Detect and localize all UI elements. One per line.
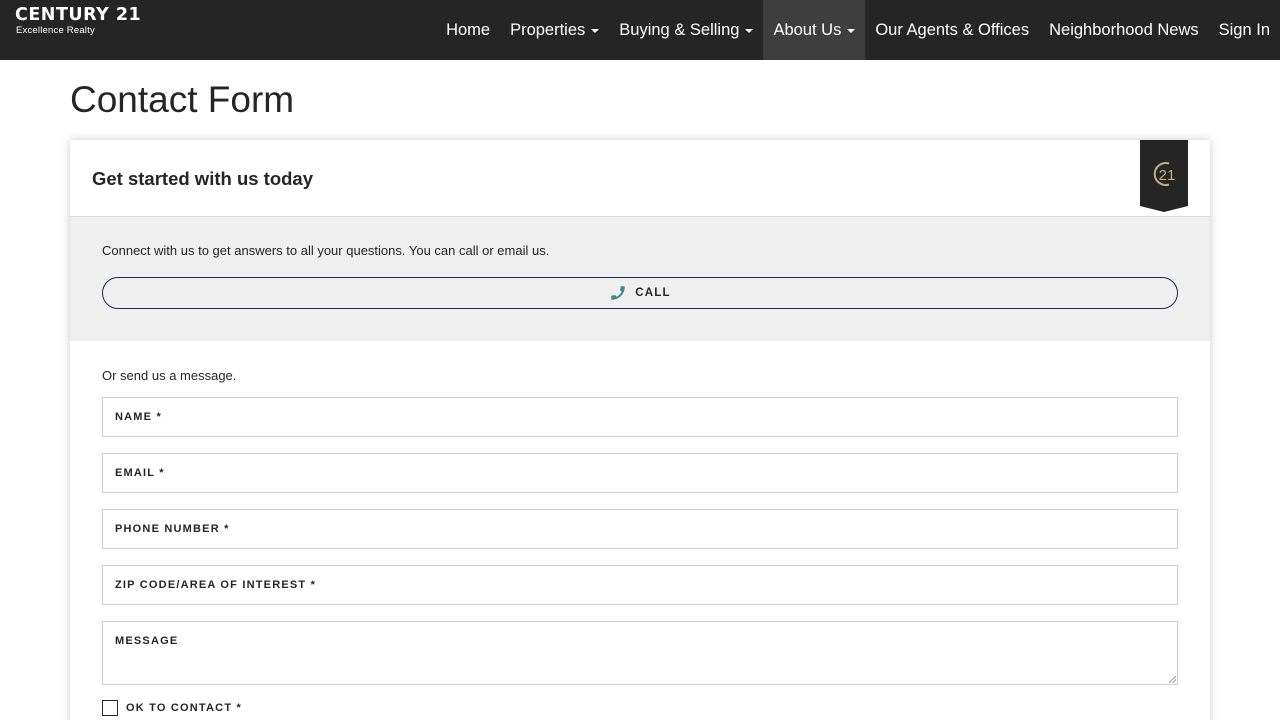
zip-code-input[interactable] <box>103 566 1177 604</box>
nav-item-home[interactable]: Home <box>436 0 500 60</box>
email-field[interactable]: EMAIL * <box>102 453 1178 493</box>
nav-item-sign-in[interactable]: Sign In <box>1209 0 1280 60</box>
contact-card: Get started with us today 21 Connect wit… <box>70 140 1210 720</box>
call-button[interactable]: CALL <box>102 277 1178 309</box>
main-nav: Home Properties Buying & Selling About U… <box>436 0 1280 60</box>
nav-item-properties[interactable]: Properties <box>500 0 609 60</box>
nav-item-label: Home <box>446 20 491 39</box>
logo-tagline: Excellence Realty <box>16 25 95 36</box>
name-input[interactable] <box>103 398 1177 436</box>
badge-text: 21 <box>1159 167 1176 184</box>
nav-item-label: Our Agents & Offices <box>875 20 1030 39</box>
zip-code-field[interactable]: ZIP CODE/AREA OF INTEREST * <box>102 565 1178 605</box>
caret-down-icon <box>745 29 754 33</box>
century21-logo[interactable]: CENTURY 21 Excellence Realty <box>15 5 142 37</box>
message-field[interactable]: MESSAGE <box>102 621 1178 685</box>
nav-item-label: Neighborhood News <box>1049 20 1199 39</box>
caret-down-icon <box>847 29 856 33</box>
century21-seal-icon: 21 <box>1140 140 1188 212</box>
name-field[interactable]: NAME * <box>102 397 1178 437</box>
nav-item-label: Properties <box>510 20 586 39</box>
call-button-label: CALL <box>635 287 671 299</box>
call-intro-text: Connect with us to get answers to all yo… <box>102 243 550 258</box>
card-title: Get started with us today <box>92 168 314 189</box>
nav-item-neighborhood-news[interactable]: Neighborhood News <box>1039 0 1209 60</box>
resize-handle-icon[interactable] <box>1168 675 1176 683</box>
top-navigation-bar: CENTURY 21 Excellence Realty Home Proper… <box>0 0 1280 60</box>
page-title: Contact Form <box>70 79 295 120</box>
message-intro-text: Or send us a message. <box>102 368 237 383</box>
message-field-label: MESSAGE <box>115 635 179 647</box>
ok-to-contact-checkbox[interactable] <box>102 700 118 716</box>
nav-item-label: About Us <box>773 20 842 39</box>
email-input[interactable] <box>103 454 1177 492</box>
nav-item-agents-offices[interactable]: Our Agents & Offices <box>865 0 1039 60</box>
card-header: Get started with us today <box>70 140 1210 217</box>
logo-brand-name: CENTURY 21 <box>15 5 142 25</box>
call-section: Connect with us to get answers to all yo… <box>70 217 1210 341</box>
nav-item-label: Buying & Selling <box>619 20 740 39</box>
nav-item-buying-selling[interactable]: Buying & Selling <box>609 0 763 60</box>
caret-down-icon <box>591 29 600 33</box>
phone-number-field[interactable]: PHONE NUMBER * <box>102 509 1178 549</box>
phone-icon <box>611 286 626 300</box>
nav-item-about-us[interactable]: About Us <box>763 0 866 60</box>
nav-item-label: Sign In <box>1218 20 1270 39</box>
ok-to-contact-row[interactable]: OK TO CONTACT * <box>102 700 242 716</box>
phone-number-input[interactable] <box>103 510 1177 548</box>
ok-to-contact-label[interactable]: OK TO CONTACT * <box>126 702 242 714</box>
